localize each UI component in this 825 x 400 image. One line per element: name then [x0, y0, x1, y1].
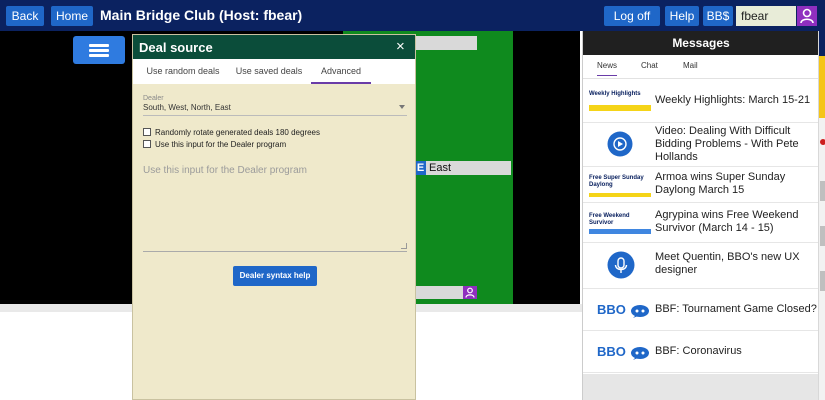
tab-advanced[interactable]: Advanced	[311, 59, 371, 84]
side-tab-people[interactable]	[820, 181, 825, 201]
use-input-label: Use this input for the Dealer program	[155, 140, 287, 149]
notification-badge	[820, 139, 825, 145]
top-bar: Back Home Main Bridge Club (Host: fbear)…	[0, 0, 825, 31]
help-button[interactable]: Help	[665, 6, 699, 26]
tab-random-deals[interactable]: Use random deals	[139, 59, 227, 84]
user-profile-button[interactable]	[797, 6, 817, 26]
thumbnail-stripe	[589, 229, 651, 234]
bbo-logo: BBO	[597, 302, 650, 318]
bbo-logo-text: BBO	[597, 344, 626, 359]
news-item[interactable]: BBO BBF: Coronavirus	[583, 331, 819, 373]
news-headline: BBF: Coronavirus	[655, 345, 742, 357]
tab-saved-deals[interactable]: Use saved deals	[229, 59, 309, 84]
weekend-survivor-thumbnail: Free Weekend Survivor	[589, 213, 651, 235]
video-play-icon	[607, 131, 633, 162]
thumbnail-caption: Weekly Highlights	[589, 91, 641, 97]
dealer-program-textarea[interactable]: Use this input for the Dealer program	[143, 159, 407, 251]
news-headline: Video: Dealing With Difficult Bidding Pr…	[655, 125, 799, 163]
chat-bubble-icon	[630, 304, 649, 318]
tab-mail[interactable]: Mail	[683, 61, 698, 70]
messages-footer	[583, 374, 819, 400]
news-headline: Weekly Highlights: March 15-21	[655, 94, 811, 106]
close-icon[interactable]: ×	[396, 38, 405, 55]
use-input-checkbox[interactable]	[143, 140, 151, 148]
resize-grip-icon[interactable]	[401, 243, 407, 249]
thumbnail-caption: Free Super Sunday Daylong	[589, 175, 644, 188]
news-item[interactable]: Free Super Sunday Daylong Armoa wins Sup…	[583, 167, 819, 203]
page-title: Main Bridge Club (Host: fbear)	[100, 7, 303, 23]
weekly-highlights-thumbnail: Weekly Highlights	[589, 91, 651, 113]
microphone-icon	[607, 251, 635, 284]
side-tab-strip	[818, 31, 825, 400]
side-tab-history[interactable]	[820, 226, 825, 246]
thumbnail-caption: Free Weekend Survivor	[589, 213, 630, 226]
thumbnail-stripe	[589, 105, 651, 111]
textarea-underline	[143, 251, 407, 252]
east-seat-letter: E	[415, 161, 426, 175]
side-tab-messages[interactable]	[819, 56, 825, 118]
dealer-field-label: Dealer	[143, 95, 164, 102]
rotate-deals-checkbox[interactable]	[143, 128, 151, 136]
news-item[interactable]: Free Weekend Survivor Agrypina wins Free…	[583, 203, 819, 243]
side-tab-account[interactable]	[820, 271, 825, 291]
username-display[interactable]: fbear	[736, 6, 796, 26]
chevron-down-icon[interactable]	[399, 105, 405, 109]
dialog-header: Deal source ×	[133, 35, 415, 59]
news-item[interactable]: Weekly Highlights Weekly Highlights: Mar…	[583, 81, 819, 123]
hamburger-icon	[89, 44, 109, 47]
tab-chat[interactable]: Chat	[641, 61, 658, 70]
news-item[interactable]: BBO BBF: Tournament Game Closed?	[583, 289, 819, 331]
news-headline: BBF: Tournament Game Closed?	[655, 303, 817, 315]
bbo-logo-text: BBO	[597, 302, 626, 317]
chat-bubble-icon	[630, 346, 649, 360]
bbs-button[interactable]: BB$	[703, 6, 733, 26]
messages-panel: Messages News Chat Mail Weekly Highlight…	[582, 31, 819, 400]
app-root: Back Home Main Bridge Club (Host: fbear)…	[0, 0, 825, 400]
news-headline: Meet Quentin, BBO's new UX designer	[655, 251, 800, 276]
dialog-title: Deal source	[139, 40, 213, 55]
hamburger-icon-bar	[89, 49, 109, 52]
north-seat-bar[interactable]	[415, 36, 477, 50]
dealer-select-underline	[143, 115, 407, 116]
home-button[interactable]: Home	[51, 6, 93, 26]
dealer-syntax-help-button[interactable]: Dealer syntax help	[233, 266, 317, 286]
super-sunday-thumbnail: Free Super Sunday Daylong	[589, 175, 651, 197]
logoff-button[interactable]: Log off	[604, 6, 660, 26]
user-icon	[800, 8, 814, 24]
south-seat-user-icon[interactable]	[463, 286, 477, 299]
east-seat[interactable]: E East	[415, 161, 511, 175]
messages-tabs: News Chat Mail	[583, 55, 819, 79]
news-headline: Armoa wins Super Sunday Daylong March 15	[655, 171, 786, 196]
thumbnail-stripe	[589, 193, 651, 197]
south-seat-bar[interactable]	[415, 286, 463, 299]
messages-title: Messages	[583, 31, 819, 55]
deal-source-dialog: Deal source × Use random deals Use saved…	[132, 34, 416, 400]
news-item[interactable]: Meet Quentin, BBO's new UX designer	[583, 243, 819, 289]
side-strip-top	[819, 31, 825, 56]
menu-button[interactable]	[73, 36, 125, 64]
back-button[interactable]: Back	[6, 6, 44, 26]
tab-news[interactable]: News	[597, 61, 618, 76]
rotate-deals-label: Randomly rotate generated deals 180 degr…	[155, 128, 320, 137]
hamburger-icon-bar	[89, 54, 109, 57]
dealer-select[interactable]: South, West, North, East	[143, 103, 231, 112]
east-seat-label: East	[429, 162, 452, 174]
user-icon	[465, 287, 475, 298]
dialog-tabs: Use random deals Use saved deals Advance…	[133, 59, 415, 84]
news-headline: Agrypina wins Free Weekend Survivor (Mar…	[655, 209, 799, 234]
bbo-logo: BBO	[597, 344, 650, 360]
news-item[interactable]: Video: Dealing With Difficult Bidding Pr…	[583, 123, 819, 167]
